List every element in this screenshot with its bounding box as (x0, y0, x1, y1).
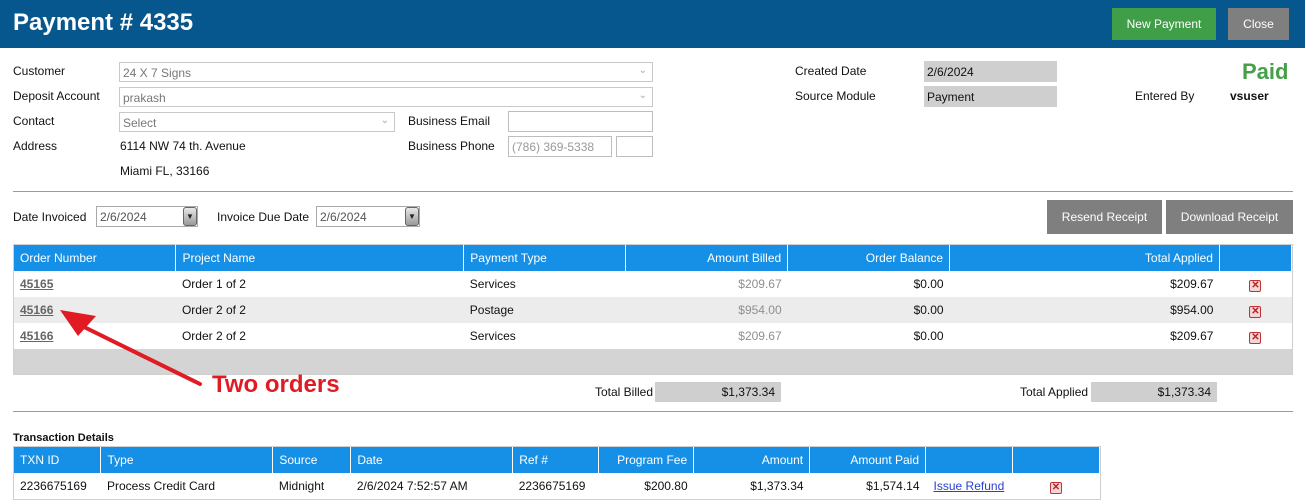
order-balance: $0.00 (913, 277, 944, 291)
total-billed-value: $1,373.34 (655, 382, 781, 402)
calendar-dropdown-icon[interactable]: ▼ (405, 207, 419, 226)
date-invoiced-value: 2/6/2024 (100, 210, 147, 224)
column-header[interactable]: Program Fee (598, 447, 695, 473)
total-applied-label: Total Applied (1020, 385, 1089, 399)
total-billed-label: Total Billed (595, 385, 654, 399)
table-row: 45165 Order 1 of 2 Services $209.67 $0.0… (14, 271, 1292, 297)
annotation-text: Two orders (212, 371, 340, 398)
phone-extension-field[interactable] (616, 136, 653, 157)
status-badge: Paid (1242, 59, 1289, 84)
payment-type: Services (469, 277, 516, 291)
txn-program-fee: $200.80 (644, 479, 688, 493)
transactions-header-row: TXN ID Type Source Date Ref # Program Fe… (14, 447, 1101, 473)
column-header-delete (1012, 447, 1101, 473)
column-header[interactable]: Total Applied (949, 245, 1220, 271)
txn-type: Process Credit Card (106, 479, 216, 493)
txn-amount-paid: $1,574.14 (866, 479, 920, 493)
chevron-down-icon: ⌄ (638, 65, 647, 76)
delete-x-icon[interactable]: ✕ (1249, 305, 1262, 318)
annotation-arrow (60, 310, 202, 386)
address-line1: 6114 NW 74 th. Avenue (120, 139, 246, 153)
payment-type: Postage (469, 303, 514, 317)
address-line2: Miami FL, 33166 (120, 164, 210, 178)
created-date-value: 2/6/2024 (924, 61, 1057, 82)
download-receipt-button[interactable]: Download Receipt (1166, 200, 1293, 234)
payment-type: Services (469, 329, 516, 343)
total-applied-value: $1,373.34 (1091, 382, 1217, 402)
column-header-action (925, 447, 1013, 473)
txn-id: 2236675169 (20, 479, 87, 493)
column-header[interactable]: TXN ID (14, 447, 102, 473)
created-date-label: Created Date (795, 64, 867, 78)
txn-ref: 2236675169 (518, 479, 586, 493)
deposit-account-label: Deposit Account (13, 89, 100, 103)
column-header[interactable]: Ref # (512, 447, 600, 473)
column-header[interactable]: Amount (693, 447, 811, 473)
total-applied: $209.67 (1170, 277, 1214, 291)
txn-source: Midnight (278, 479, 325, 493)
delete-x-icon[interactable]: ✕ (1049, 481, 1062, 494)
txn-amount: $1,373.34 (750, 479, 804, 493)
business-phone-label: Business Phone (408, 139, 495, 153)
order-balance: $0.00 (913, 303, 944, 317)
project-name: Order 1 of 2 (181, 277, 246, 291)
column-header[interactable]: Payment Type (463, 245, 627, 271)
business-email-label: Business Email (408, 114, 491, 128)
source-module-value: Payment (924, 86, 1057, 107)
business-phone-field[interactable]: (786) 369-5338 (508, 136, 612, 157)
chevron-down-icon: ⌄ (380, 115, 389, 126)
customer-select[interactable]: 24 X 7 Signs ⌄ (119, 62, 653, 82)
deposit-account-select[interactable]: prakash ⌄ (119, 87, 653, 107)
transactions-table: TXN ID Type Source Date Ref # Program Fe… (14, 447, 1101, 499)
column-header[interactable]: Order Balance (787, 245, 951, 271)
source-module-label: Source Module (795, 89, 876, 103)
chevron-down-icon: ⌄ (638, 90, 647, 101)
amount-billed: $209.67 (738, 329, 782, 343)
column-header[interactable]: Amount Billed (625, 245, 789, 271)
total-applied: $954.00 (1170, 303, 1214, 317)
customer-value: 24 X 7 Signs (123, 66, 192, 80)
new-payment-button[interactable]: New Payment (1112, 8, 1216, 40)
page-title: Payment # 4335 (13, 9, 194, 36)
contact-select[interactable]: Select ⌄ (119, 112, 395, 132)
column-header-actions (1219, 245, 1293, 271)
entered-by-label: Entered By (1135, 89, 1195, 103)
address-label: Address (13, 139, 58, 153)
delete-x-icon[interactable]: ✕ (1249, 279, 1262, 292)
contact-label: Contact (13, 114, 55, 128)
transactions-table-container: TXN ID Type Source Date Ref # Program Fe… (13, 446, 1101, 500)
column-header[interactable]: Source (272, 447, 352, 473)
business-email-field[interactable] (508, 111, 653, 132)
transaction-details-title: Transaction Details (13, 432, 114, 444)
date-invoiced-label: Date Invoiced (13, 210, 87, 224)
entered-by-value: vsuser (1230, 89, 1269, 103)
calendar-dropdown-icon[interactable]: ▼ (183, 207, 197, 226)
txn-date: 2/6/2024 7:52:57 AM (356, 479, 468, 493)
invoice-due-date-label: Invoice Due Date (217, 210, 310, 224)
column-header[interactable]: Type (100, 447, 274, 473)
amount-billed: $954.00 (738, 303, 782, 317)
divider (13, 191, 1293, 192)
total-applied: $209.67 (1170, 329, 1214, 343)
customer-label: Customer (13, 64, 66, 78)
deposit-account-value: prakash (123, 91, 166, 105)
column-header[interactable]: Date (350, 447, 514, 473)
invoice-due-date-value: 2/6/2024 (320, 210, 367, 224)
amount-billed: $209.67 (738, 277, 782, 291)
column-header[interactable]: Amount Paid (809, 447, 927, 473)
orders-header-row: Order Number Project Name Payment Type A… (14, 245, 1293, 271)
divider (13, 411, 1293, 412)
order-balance: $0.00 (913, 329, 944, 343)
delete-x-icon[interactable]: ✕ (1249, 331, 1262, 344)
order-number-link[interactable]: 45165 (20, 277, 53, 291)
column-header[interactable]: Project Name (175, 245, 465, 271)
close-button[interactable]: Close (1228, 8, 1289, 40)
issue-refund-link[interactable]: Issue Refund (934, 479, 1005, 493)
table-row: 2236675169 Process Credit Card Midnight … (14, 473, 1100, 499)
resend-receipt-button[interactable]: Resend Receipt (1047, 200, 1162, 234)
column-header[interactable]: Order Number (14, 245, 177, 271)
contact-value: Select (123, 116, 157, 130)
title-bar (0, 0, 1305, 48)
